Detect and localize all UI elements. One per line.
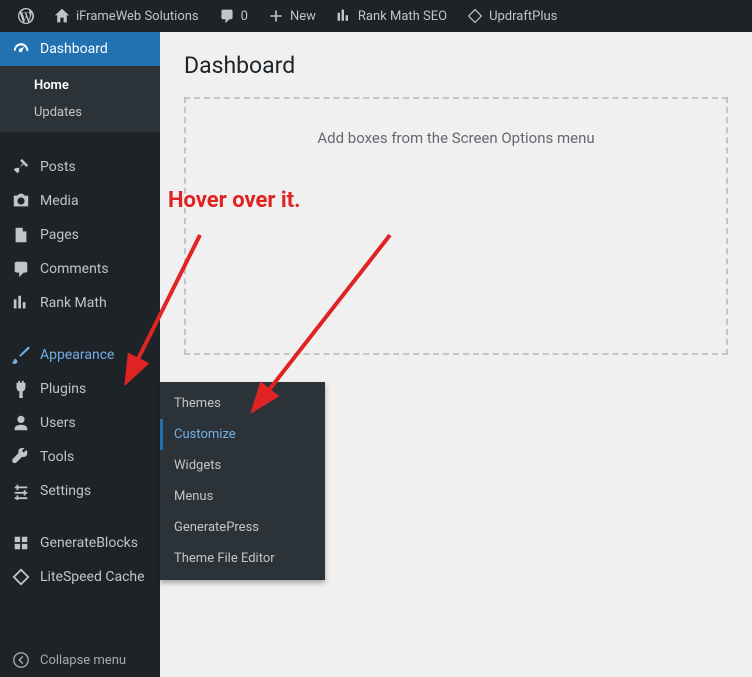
collapse-label: Collapse menu (40, 653, 126, 668)
brush-icon (12, 346, 30, 364)
menu-pages-label: Pages (40, 227, 79, 243)
sliders-icon (12, 482, 30, 500)
menu-comments-label: Comments (40, 261, 109, 277)
menu-users[interactable]: Users (0, 406, 160, 440)
menu-appearance-label: Appearance (40, 347, 114, 363)
user-icon (12, 414, 30, 432)
page-title: Dashboard (184, 52, 728, 79)
collapse-icon (12, 651, 30, 669)
chart-icon (336, 8, 352, 24)
dashboard-icon (12, 40, 30, 58)
page-icon (12, 226, 30, 244)
menu-media-label: Media (40, 193, 79, 209)
wp-logo[interactable] (8, 0, 44, 32)
menu-dashboard-label: Dashboard (40, 41, 108, 57)
new-link[interactable]: New (258, 0, 326, 32)
menu-rankmath-label: Rank Math (40, 295, 107, 311)
plug-icon (12, 380, 30, 398)
menu-dashboard[interactable]: Dashboard (0, 32, 160, 66)
rankmath-link[interactable]: Rank Math SEO (326, 0, 457, 32)
menu-settings-label: Settings (40, 483, 91, 499)
updraft-link[interactable]: UpdraftPlus (457, 0, 567, 32)
chart-icon (12, 294, 30, 312)
comments-link[interactable]: 0 (209, 0, 258, 32)
collapse-menu[interactable]: Collapse menu (0, 643, 160, 677)
menu-pages[interactable]: Pages (0, 218, 160, 252)
annotation-text: Hover over it. (168, 188, 301, 213)
site-name-label: iFrameWeb Solutions (76, 9, 199, 24)
menu-settings[interactable]: Settings (0, 474, 160, 508)
submenu-home[interactable]: Home (0, 72, 160, 99)
empty-widget-text: Add boxes from the Screen Options menu (317, 129, 594, 147)
adminbar: iFrameWeb Solutions 0 New Rank Math SEO … (0, 0, 752, 32)
diamond-icon (12, 568, 30, 586)
plus-icon (268, 8, 284, 24)
comments-count: 0 (241, 9, 248, 24)
menu-tools[interactable]: Tools (0, 440, 160, 474)
dashboard-submenu: Home Updates (0, 66, 160, 132)
menu-plugins[interactable]: Plugins (0, 372, 160, 406)
diamond-icon (467, 8, 483, 24)
blocks-icon (12, 534, 30, 552)
wrench-icon (12, 448, 30, 466)
admin-sidebar: Dashboard Home Updates Posts Media Pages (0, 32, 160, 677)
menu-rankmath[interactable]: Rank Math (0, 286, 160, 320)
submenu-updates[interactable]: Updates (0, 99, 160, 126)
site-name[interactable]: iFrameWeb Solutions (44, 0, 209, 32)
menu-posts-label: Posts (40, 159, 76, 175)
menu-comments[interactable]: Comments (0, 252, 160, 286)
menu-litespeed[interactable]: LiteSpeed Cache (0, 560, 160, 594)
empty-widget-area: Add boxes from the Screen Options menu (184, 97, 728, 355)
wordpress-icon (18, 8, 34, 24)
comment-icon (219, 8, 235, 24)
menu-media[interactable]: Media (0, 184, 160, 218)
menu-tools-label: Tools (40, 449, 74, 465)
menu-appearance[interactable]: Appearance (0, 338, 160, 372)
rankmath-label: Rank Math SEO (358, 9, 447, 24)
content-area: Dashboard Add boxes from the Screen Opti… (160, 32, 752, 677)
home-icon (54, 8, 70, 24)
updraft-label: UpdraftPlus (489, 9, 557, 24)
menu-generateblocks[interactable]: GenerateBlocks (0, 526, 160, 560)
media-icon (12, 192, 30, 210)
comment-icon (12, 260, 30, 278)
menu-plugins-label: Plugins (40, 381, 86, 397)
menu-posts[interactable]: Posts (0, 150, 160, 184)
menu-generateblocks-label: GenerateBlocks (40, 535, 138, 551)
pin-icon (12, 158, 30, 176)
menu-users-label: Users (40, 415, 76, 431)
menu-litespeed-label: LiteSpeed Cache (40, 569, 145, 585)
new-label: New (290, 9, 316, 24)
